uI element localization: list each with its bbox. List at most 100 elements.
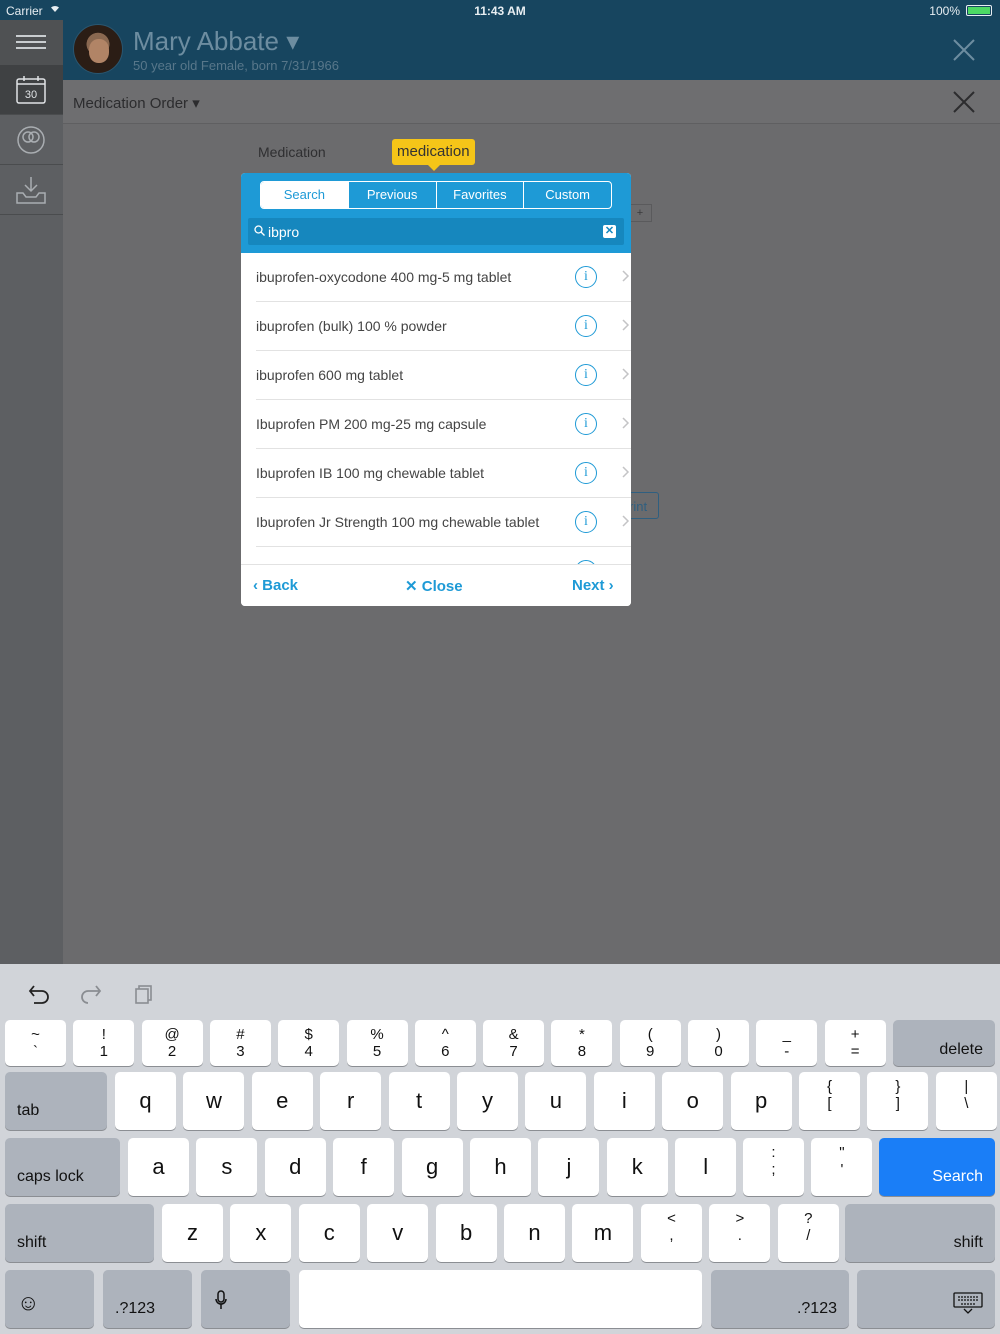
redo-icon[interactable] <box>80 984 102 1004</box>
info-icon[interactable]: i <box>575 315 597 337</box>
key-sym3-1[interactable]: " ' <box>811 1138 873 1196</box>
sidebar-item-inbox[interactable] <box>0 165 63 215</box>
key-d[interactable]: d <box>264 1138 326 1196</box>
key-4[interactable]: $4 <box>278 1020 340 1066</box>
medication-order-title[interactable]: Medication Order ▾ <box>73 94 200 112</box>
key-r[interactable]: r <box>320 1072 382 1130</box>
key-q[interactable]: q <box>115 1072 176 1130</box>
key-sym4-1[interactable]: >. <box>709 1204 771 1262</box>
key-o[interactable]: o <box>662 1072 724 1130</box>
search-key[interactable]: Search <box>879 1138 995 1196</box>
paste-icon[interactable] <box>134 984 154 1004</box>
info-icon[interactable]: i <box>575 413 597 435</box>
shift-left-key[interactable]: shift <box>5 1204 154 1262</box>
space-key[interactable] <box>299 1270 702 1328</box>
key-top-label: ) <box>716 1026 721 1043</box>
key-=[interactable]: + = <box>824 1020 886 1066</box>
key-k[interactable]: k <box>606 1138 668 1196</box>
next-button[interactable]: Next › <box>572 577 614 594</box>
key-8[interactable]: * 8 <box>551 1020 613 1066</box>
info-icon[interactable]: i <box>575 462 597 484</box>
sidebar-item-patients[interactable] <box>0 115 63 165</box>
undo-icon[interactable] <box>28 984 50 1004</box>
key-2[interactable]: @2 <box>141 1020 203 1066</box>
close-button[interactable]: ✕ Close <box>405 577 463 595</box>
key-l[interactable]: l <box>675 1138 737 1196</box>
key-y[interactable]: y <box>457 1072 518 1130</box>
key-w[interactable]: w <box>183 1072 245 1130</box>
key-top-label: + <box>850 1026 860 1043</box>
key-z[interactable]: z <box>162 1204 223 1262</box>
search-input[interactable] <box>268 221 598 242</box>
clear-search-icon[interactable]: ✕ <box>603 225 616 238</box>
key-b[interactable]: b <box>435 1204 497 1262</box>
key-1[interactable]: ! 1 <box>73 1020 135 1066</box>
list-item[interactable]: Ibuprofen IB 100 mg chewable tablet i <box>256 449 631 498</box>
key-t[interactable]: t <box>388 1072 450 1130</box>
numbers-key-left[interactable]: .?123 <box>103 1270 192 1328</box>
key-f[interactable]: f <box>333 1138 395 1196</box>
key-`[interactable]: ~ ` <box>5 1020 66 1066</box>
key-a[interactable]: a <box>128 1138 189 1196</box>
key-e[interactable]: e <box>251 1072 313 1130</box>
list-item[interactable] <box>256 547 631 564</box>
header-close-icon[interactable] <box>952 38 976 62</box>
info-icon[interactable]: i <box>575 266 597 288</box>
tab-custom[interactable]: Custom <box>524 182 611 208</box>
key-sym3-0[interactable]: :; <box>743 1138 804 1196</box>
key-j[interactable]: j <box>538 1138 600 1196</box>
key-x[interactable]: x <box>230 1204 292 1262</box>
key-7[interactable]: & 7 <box>483 1020 545 1066</box>
list-item[interactable]: Ibuprofen Jr Strength 100 mg chewable ta… <box>256 498 631 547</box>
dictation-key[interactable] <box>201 1270 290 1328</box>
patient-name[interactable]: Mary Abbate ▾ <box>133 26 299 57</box>
key-sym-1[interactable]: }] <box>867 1072 929 1130</box>
back-button[interactable]: ‹ Back <box>253 577 298 594</box>
key-bottom-label: - <box>784 1043 790 1060</box>
list-item[interactable]: ibuprofen 600 mg tablet i <box>256 351 631 400</box>
patient-avatar[interactable] <box>73 24 123 74</box>
key-p[interactable]: p <box>730 1072 792 1130</box>
list-item[interactable]: ibuprofen (bulk) 100 % powder i <box>256 302 631 351</box>
key-n[interactable]: n <box>504 1204 565 1262</box>
key-sym4-2[interactable]: ? / <box>777 1204 839 1262</box>
list-item[interactable]: Ibuprofen PM 200 mg-25 mg capsule i <box>256 400 631 449</box>
key-9[interactable]: (9 <box>619 1020 681 1066</box>
key-m[interactable]: m <box>572 1204 634 1262</box>
close-icon[interactable] <box>952 90 976 114</box>
onscreen-keyboard: delete tab caps lock Search shift shift … <box>0 964 1000 1334</box>
key-sym-2[interactable]: | \ <box>935 1072 997 1130</box>
key-i[interactable]: i <box>593 1072 655 1130</box>
key-sym-0[interactable]: {[ <box>799 1072 860 1130</box>
list-item[interactable]: ibuprofen-oxycodone 400 mg-5 mg tablet i <box>256 253 631 302</box>
info-icon[interactable]: i <box>575 511 597 533</box>
key-u[interactable]: u <box>525 1072 587 1130</box>
numbers-key-right[interactable]: .?123 <box>711 1270 849 1328</box>
tab-favorites[interactable]: Favorites <box>437 182 525 208</box>
info-icon[interactable]: i <box>575 364 597 386</box>
key-s[interactable]: s <box>196 1138 258 1196</box>
medication-order-header: Medication Order ▾ <box>63 80 1000 124</box>
key-sym4-0[interactable]: <, <box>641 1204 702 1262</box>
key-g[interactable]: g <box>401 1138 463 1196</box>
tab-key[interactable]: tab <box>5 1072 107 1130</box>
shift-right-key[interactable]: shift <box>845 1204 995 1262</box>
emoji-key[interactable]: ☺ <box>5 1270 94 1328</box>
hide-keyboard-key[interactable] <box>857 1270 995 1328</box>
hamburger-menu-icon[interactable] <box>0 20 63 65</box>
key-5[interactable]: % 5 <box>346 1020 408 1066</box>
result-label: ibuprofen-oxycodone 400 mg-5 mg tablet <box>256 268 512 285</box>
key-label: w <box>205 1088 222 1113</box>
key--[interactable]: _ - <box>756 1020 818 1066</box>
delete-key[interactable]: delete <box>893 1020 995 1066</box>
key-3[interactable]: #3 <box>209 1020 271 1066</box>
key-h[interactable]: h <box>470 1138 531 1196</box>
key-0[interactable]: ) 0 <box>688 1020 749 1066</box>
key-v[interactable]: v <box>367 1204 429 1262</box>
sidebar-item-schedule[interactable]: 30 <box>0 65 63 115</box>
tab-previous[interactable]: Previous <box>349 182 437 208</box>
key-6[interactable]: ^ 6 <box>414 1020 476 1066</box>
tab-search[interactable]: Search <box>261 182 349 208</box>
key-c[interactable]: c <box>298 1204 360 1262</box>
caps-lock-key[interactable]: caps lock <box>5 1138 120 1196</box>
